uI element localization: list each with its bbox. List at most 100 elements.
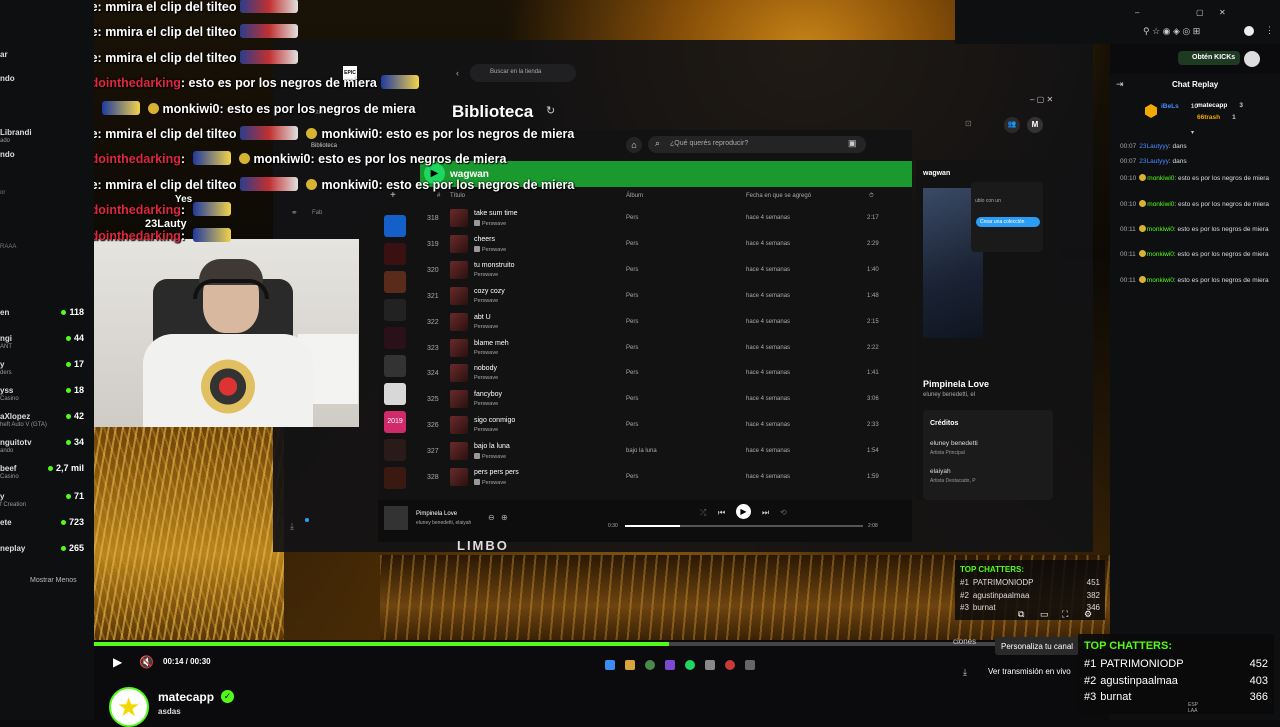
track-artist[interactable]: Perswave: [474, 350, 498, 356]
menu-icon[interactable]: ⋮: [1265, 25, 1274, 36]
track-album[interactable]: Pers: [626, 474, 638, 480]
track-row[interactable]: 321 cozy cozy Perswave Pers hace 4 semanas 1:…: [420, 284, 910, 309]
library-item[interactable]: [384, 299, 406, 321]
track-album[interactable]: Pers: [626, 241, 638, 247]
library-item[interactable]: [384, 355, 406, 377]
play-icon[interactable]: ▶: [113, 655, 122, 669]
get-kicks-button[interactable]: Obtén KICKs: [1178, 51, 1240, 65]
track-title[interactable]: abt U: [474, 314, 491, 321]
track-artist-name[interactable]: Perswave: [474, 272, 498, 278]
settings-icon[interactable]: ⚙: [1084, 609, 1092, 620]
chat-username[interactable]: monkiwi0: [1147, 201, 1174, 208]
player-artists[interactable]: eluney benedetti, elaiyah: [416, 520, 471, 526]
create-collection-button[interactable]: Crear una colección: [976, 217, 1040, 227]
track-row[interactable]: 320 tu monstruito Perswave Pers hace 4 seman…: [420, 258, 910, 283]
library-item[interactable]: [384, 439, 406, 461]
track-album[interactable]: bajo la luna: [626, 448, 657, 454]
library-item[interactable]: [384, 271, 406, 293]
next-icon[interactable]: ⏭: [762, 508, 769, 518]
leaderboard-entry[interactable]: iBeLs 10: [1161, 103, 1198, 110]
add-icon[interactable]: ⊕: [501, 513, 508, 522]
track-album[interactable]: Pers: [626, 293, 638, 299]
now-playing-artists[interactable]: eluney benedetti, el: [923, 392, 975, 398]
window-controls[interactable]: ‒ ▢ ✕: [1030, 95, 1070, 105]
home-icon[interactable]: ⌂: [626, 137, 642, 153]
chevron-down-icon[interactable]: ▾: [1191, 129, 1194, 136]
track-artist-name[interactable]: Perswave: [474, 375, 498, 381]
library-item[interactable]: [384, 467, 406, 489]
profile-icon[interactable]: [1244, 26, 1254, 36]
track-artist[interactable]: Perswave: [474, 479, 506, 486]
track-title[interactable]: blame meh: [474, 340, 509, 347]
fullscreen-icon[interactable]: ⛶: [1062, 609, 1068, 620]
track-artist-name[interactable]: Perswave: [482, 247, 506, 253]
nav-library[interactable]: Biblioteca: [311, 143, 337, 149]
cart-icon[interactable]: ⊡: [965, 119, 972, 128]
user-avatar[interactable]: [1244, 51, 1260, 67]
download-icon[interactable]: ⤓: [963, 667, 967, 678]
track-album[interactable]: Pers: [626, 345, 638, 351]
track-row[interactable]: 322 abt U Perswave Pers hace 4 semanas 2:15: [420, 310, 910, 335]
track-artist[interactable]: Perswave: [474, 427, 498, 433]
track-title[interactable]: fancyboy: [474, 391, 502, 398]
track-album[interactable]: Pers: [626, 422, 638, 428]
track-row[interactable]: 323 blame meh Perswave Pers hace 4 semanas 2:…: [420, 336, 910, 361]
pip-icon[interactable]: ⧉: [1018, 609, 1024, 620]
track-artist[interactable]: Perswave: [474, 401, 498, 407]
leaderboard-entry[interactable]: matecapp 3: [1197, 102, 1243, 109]
track-artist[interactable]: Perswave: [474, 245, 506, 253]
track-artist-name[interactable]: Perswave: [482, 480, 506, 486]
nav-fab[interactable]: Fab: [312, 210, 322, 216]
back-arrow-icon[interactable]: ‹: [456, 68, 459, 78]
track-artist[interactable]: Perswave: [474, 324, 498, 330]
track-album[interactable]: Pers: [626, 215, 638, 221]
library-item[interactable]: [384, 327, 406, 349]
col-date-added[interactable]: Fecha en que se agregó: [746, 193, 811, 199]
col-title[interactable]: Título: [450, 193, 465, 199]
options-button[interactable]: ciones: [953, 637, 976, 646]
library-item[interactable]: [384, 383, 406, 405]
track-title[interactable]: nobody: [474, 365, 497, 372]
library-item[interactable]: [384, 215, 406, 237]
track-artist[interactable]: Perswave: [474, 298, 498, 304]
epic-search-input[interactable]: Buscar en la tienda: [470, 64, 576, 82]
track-title[interactable]: take sum time: [474, 210, 518, 217]
track-artist[interactable]: Perswave: [474, 220, 506, 227]
library-item[interactable]: [384, 243, 406, 265]
track-row[interactable]: 327 bajo la luna Perswave bajo la luna hace …: [420, 439, 910, 464]
track-title[interactable]: tu monstruito: [474, 262, 514, 269]
track-album[interactable]: Pers: [626, 267, 638, 273]
maximize-icon[interactable]: ▢: [1196, 8, 1204, 17]
channel-avatar[interactable]: ★: [109, 687, 149, 727]
track-artist-name[interactable]: Perswave: [474, 324, 498, 330]
track-title[interactable]: cheers: [474, 236, 495, 243]
track-artist[interactable]: Perswave: [474, 453, 506, 460]
leaderboard-entry[interactable]: 66trash 1: [1197, 114, 1236, 121]
chat-username[interactable]: monkiwi0: [1147, 251, 1174, 258]
track-row[interactable]: 324 nobody Perswave Pers hace 4 semanas 1:41: [420, 361, 910, 386]
track-row[interactable]: 328 pers pers pers Perswave Pers hace 4 sema…: [420, 465, 910, 490]
chat-username[interactable]: 23Lautyyy: [1139, 158, 1169, 165]
extension-icons[interactable]: ⚲ ☆ ◉ ◈ ◎ ⊞: [1143, 26, 1200, 37]
minimize-icon[interactable]: ‒: [1135, 8, 1139, 17]
collapse-chat-icon[interactable]: ⇥: [1116, 79, 1124, 90]
show-less-link[interactable]: Mostrar Menos: [30, 577, 77, 584]
track-artist-name[interactable]: Perswave: [474, 298, 498, 304]
channel-name[interactable]: matecapp: [158, 690, 214, 704]
player-song[interactable]: Pimpinela Love: [416, 511, 457, 517]
refresh-icon[interactable]: ↻: [546, 104, 555, 117]
shuffle-icon[interactable]: ⤮: [700, 508, 706, 518]
col-album[interactable]: Álbum: [626, 193, 643, 199]
mute-icon[interactable]: 🔇: [139, 655, 154, 669]
theater-icon[interactable]: ▭: [1040, 609, 1049, 620]
track-title[interactable]: cozy cozy: [474, 288, 505, 295]
browse-icon[interactable]: ▣: [848, 138, 857, 149]
track-artist[interactable]: Perswave: [474, 272, 498, 278]
col-duration[interactable]: ⏱: [869, 193, 874, 200]
chat-username[interactable]: 23Lautyyy: [1139, 143, 1169, 150]
track-album[interactable]: Pers: [626, 396, 638, 402]
friends-icon[interactable]: 👥: [1004, 117, 1020, 133]
track-row[interactable]: 325 fancyboy Perswave Pers hace 4 semanas 3:0…: [420, 387, 910, 412]
previous-icon[interactable]: ⏮: [718, 508, 725, 518]
track-artist[interactable]: Perswave: [474, 375, 498, 381]
